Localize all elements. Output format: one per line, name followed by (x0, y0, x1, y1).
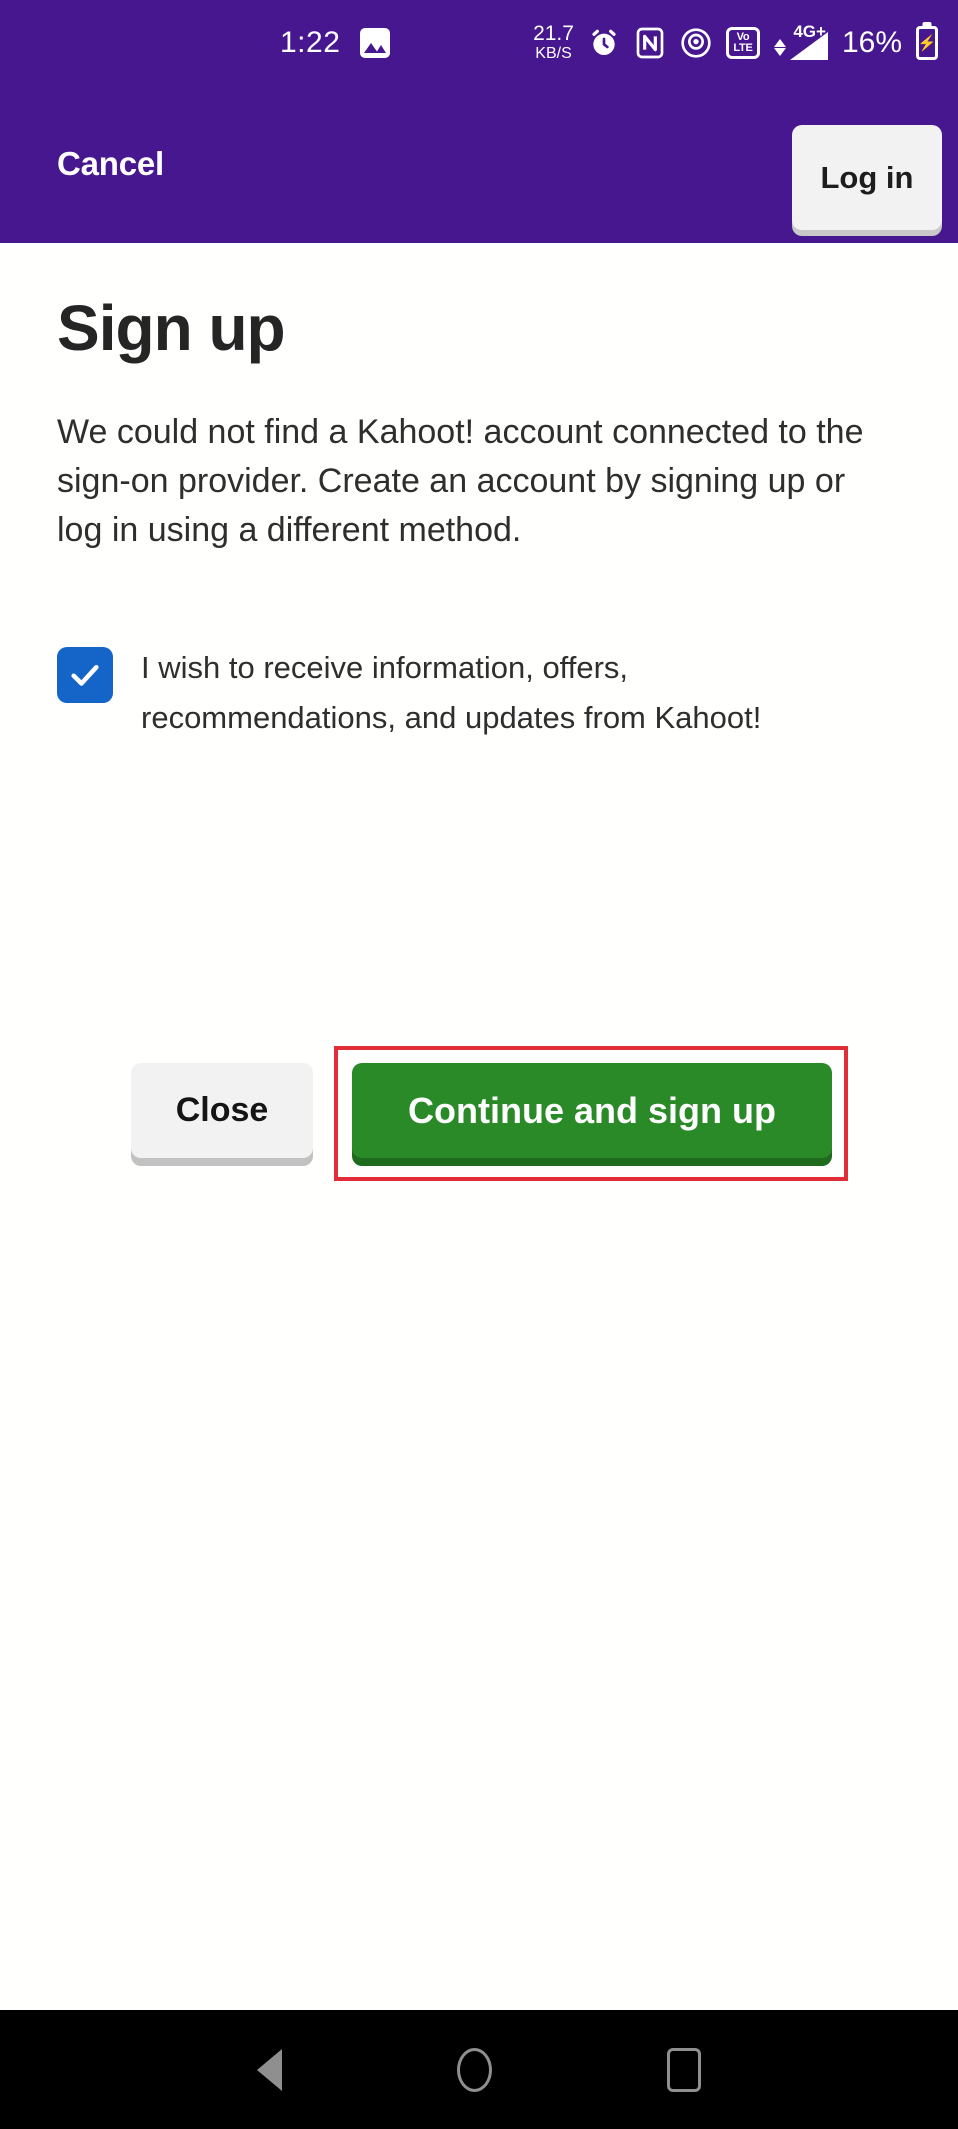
marketing-consent-row: I wish to receive information, offers, r… (57, 643, 887, 743)
network-speed-indicator: 21.7 KB/S (533, 23, 574, 62)
close-button[interactable]: Close (131, 1063, 313, 1158)
check-icon (71, 664, 99, 686)
alarm-clock-icon (588, 27, 620, 59)
data-transfer-arrows-icon (773, 38, 786, 56)
status-bar: 1:22 21.7 KB/S Vo LTE 4G+ 16% ⚡ (0, 0, 958, 85)
cancel-button[interactable]: Cancel (57, 145, 164, 183)
battery-charging-icon: ⚡ (916, 25, 938, 60)
hotspot-icon (680, 27, 712, 59)
login-button[interactable]: Log in (792, 125, 942, 230)
volte-line-2: LTE (733, 41, 753, 54)
network-speed-value: 21.7 (533, 22, 574, 45)
home-circle-icon[interactable] (457, 2047, 492, 2092)
action-buttons-row: Close Continue and sign up (0, 1046, 958, 1198)
battery-percent: 16% (841, 25, 902, 59)
volte-icon: Vo LTE (725, 26, 760, 59)
back-triangle-icon[interactable] (257, 2048, 282, 2091)
nfc-icon (634, 27, 666, 59)
android-navigation-bar (0, 2010, 958, 2129)
clock-time: 1:22 (280, 25, 341, 59)
network-speed-unit: KB/S (535, 45, 572, 62)
marketing-consent-checkbox[interactable] (57, 647, 113, 703)
app-header-bar: Cancel Log in (0, 85, 958, 243)
page-title: Sign up (57, 292, 286, 364)
phone-screen: 1:22 21.7 KB/S Vo LTE 4G+ 16% ⚡ Cancel L… (0, 0, 958, 2129)
image-icon (360, 27, 391, 58)
description-text: We could not find a Kahoot! account conn… (57, 413, 864, 549)
marketing-consent-label: I wish to receive information, offers, r… (141, 650, 762, 735)
volte-line-1: Vo (736, 30, 750, 43)
status-bar-left: 1:22 (280, 25, 391, 60)
signal-strength-icon: 4G+ (773, 22, 828, 60)
recents-square-icon[interactable] (667, 2047, 701, 2092)
continue-and-sign-up-button[interactable]: Continue and sign up (352, 1063, 832, 1158)
status-bar-right: 21.7 KB/S Vo LTE 4G+ 16% ⚡ (533, 22, 938, 62)
